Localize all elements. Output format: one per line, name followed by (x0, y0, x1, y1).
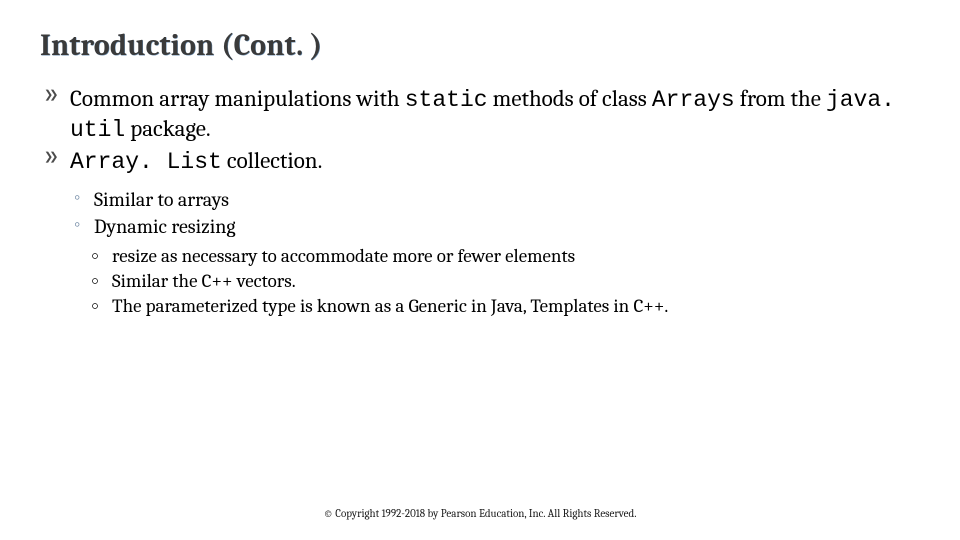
subsub-item-2: Similar the C++ vectors. (92, 269, 920, 294)
text-fragment: package. (125, 115, 210, 142)
subsub-item-1: resize as necessary to accommodate more … (92, 244, 920, 269)
slide: Introduction (Cont. ) Common array manip… (0, 0, 960, 540)
text-fragment: Common array manipulations with (70, 85, 405, 112)
bullet-list-level2: Similar to arrays Dynamic resizing (74, 186, 920, 240)
code-fragment: Array. List (70, 149, 222, 175)
sub-item-1: Similar to arrays (74, 186, 920, 213)
sub-item-2: Dynamic resizing (74, 213, 920, 240)
text-fragment: collection. (222, 147, 323, 174)
bullet-list-level3: resize as necessary to accommodate more … (92, 244, 920, 318)
slide-title: Introduction (Cont. ) (40, 28, 920, 63)
bullet-list-level1: Common array manipulations with static m… (44, 85, 920, 176)
bullet-item-2: Array. List collection. (44, 147, 920, 177)
subsub-item-3: The parameterized type is known as a Gen… (92, 294, 920, 319)
bullet-item-1: Common array manipulations with static m… (44, 85, 920, 145)
text-fragment: from the (735, 85, 826, 112)
code-fragment: Arrays (652, 87, 735, 113)
code-fragment: static (405, 87, 488, 113)
text-fragment: methods of class (488, 85, 652, 112)
copyright-footer: © Copyright 1992-2018 by Pearson Educati… (0, 507, 960, 520)
